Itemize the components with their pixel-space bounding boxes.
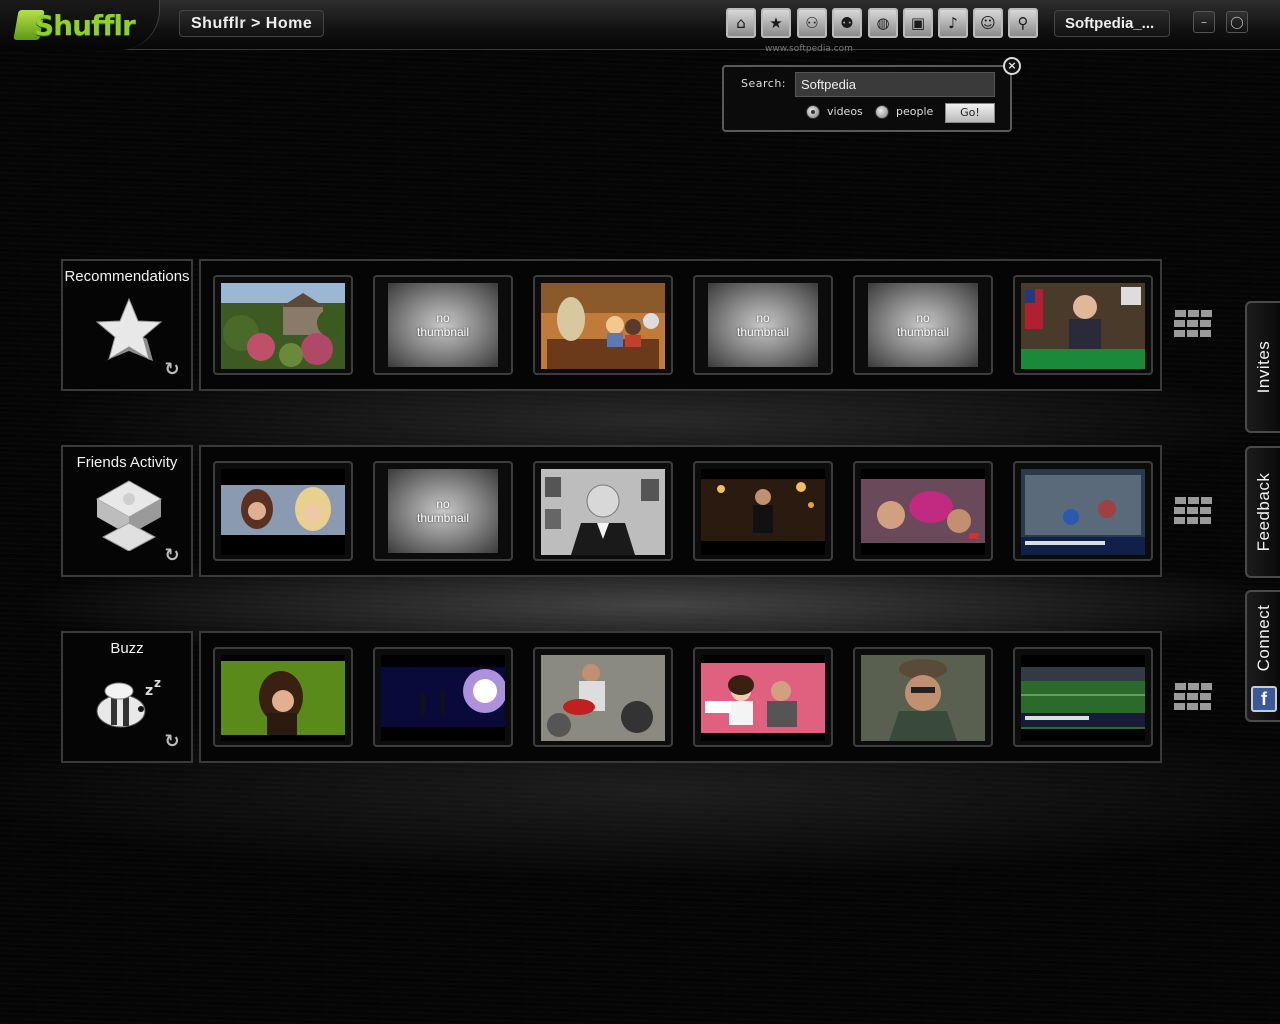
video-thumbnail[interactable]	[533, 647, 673, 747]
friends-icon[interactable]: ⚇	[797, 8, 827, 38]
go-button[interactable]: Go!	[945, 103, 995, 123]
radio-videos[interactable]	[806, 105, 820, 119]
video-thumbnail[interactable]	[533, 275, 673, 375]
refresh-icon[interactable]: ↻	[163, 361, 181, 379]
bee-icon: z z	[96, 676, 161, 728]
video-thumbnail-image	[701, 469, 825, 555]
video-thumbnail[interactable]	[213, 647, 353, 747]
grid-view-icon[interactable]	[1174, 497, 1214, 527]
video-thumbnail[interactable]	[373, 647, 513, 747]
video-thumbnail[interactable]: no thumbnail	[373, 461, 513, 561]
star-icon[interactable]: ★	[761, 8, 791, 38]
grid-view-icon[interactable]	[1174, 683, 1214, 713]
video-thumbnail-image	[1021, 283, 1145, 369]
refresh-icon[interactable]: ↻	[163, 547, 181, 565]
video-thumbnail-image	[221, 469, 345, 555]
video-thumbnail-image	[1021, 469, 1145, 555]
people-icon[interactable]: ⚉	[832, 8, 862, 38]
video-thumbnail[interactable]	[853, 461, 993, 561]
video-thumbnail[interactable]	[853, 647, 993, 747]
close-search-icon[interactable]: ×	[1003, 57, 1021, 75]
video-thumbnail[interactable]	[693, 461, 833, 561]
top-bar: Shufflr Shufflr > Home ⌂ ★ ⚇ ⚉ ◍ ▣ ♪ ☺ ⚲…	[0, 0, 1280, 54]
tv-icon[interactable]: ▣	[903, 8, 933, 38]
video-thumbnail[interactable]	[213, 275, 353, 375]
profile-icon[interactable]: ☺	[973, 8, 1003, 38]
video-thumbnail[interactable]	[1013, 461, 1153, 561]
video-thumbnail-image	[221, 655, 345, 741]
no-thumbnail-placeholder: no thumbnail	[868, 283, 978, 367]
radio-people-label: people	[896, 105, 934, 118]
svg-text:z: z	[145, 683, 153, 699]
search-icon[interactable]: ⚲	[1008, 8, 1038, 38]
video-thumbnail-image	[541, 283, 665, 369]
video-thumbnail-image	[541, 469, 665, 555]
home-icon[interactable]: ⌂	[726, 8, 756, 38]
category-friends-activity[interactable]: Friends Activity ↻	[61, 445, 193, 577]
video-thumbnail-image	[701, 655, 825, 741]
facebook-icon[interactable]: f	[1251, 686, 1277, 712]
breadcrumb: Shufflr > Home	[179, 10, 325, 37]
video-thumbnail[interactable]: no thumbnail	[373, 275, 513, 375]
puzzle-icon	[95, 480, 163, 551]
user-menu[interactable]: Softpedia_...	[1054, 10, 1170, 37]
tab-invites-label: Invites	[1253, 340, 1273, 394]
music-icon[interactable]: ♪	[938, 8, 968, 38]
search-popup: Search: videos people Go!	[722, 65, 1012, 132]
video-thumbnail-image	[381, 655, 505, 741]
tab-invites[interactable]: Invites	[1245, 301, 1280, 433]
category-buzz[interactable]: Buzz z z ↻	[61, 631, 193, 763]
video-thumbnail-image	[541, 655, 665, 741]
video-thumbnail[interactable]	[1013, 275, 1153, 375]
planet-icon[interactable]: ◍	[868, 8, 898, 38]
search-input[interactable]	[795, 72, 995, 97]
tab-feedback[interactable]: Feedback	[1245, 446, 1280, 578]
category-title: Buzz	[110, 640, 144, 657]
logo-text: Shufflr	[34, 9, 136, 42]
video-thumbnail-image	[861, 469, 985, 555]
category-title: Friends Activity	[76, 454, 178, 471]
buzz-strip	[199, 631, 1162, 763]
video-thumbnail-image	[1021, 655, 1145, 741]
no-thumbnail-placeholder: no thumbnail	[388, 283, 498, 367]
tab-feedback-label: Feedback	[1253, 472, 1273, 552]
category-recommendations[interactable]: Recommendations ↻	[61, 259, 193, 391]
recommendations-strip: no thumbnail no thumbnail no thumbnail	[199, 259, 1162, 391]
svg-text:z: z	[154, 676, 161, 690]
video-thumbnail[interactable]	[693, 647, 833, 747]
video-thumbnail-image	[861, 655, 985, 741]
video-thumbnail-image	[221, 283, 345, 369]
tab-connect-label: Connect	[1253, 604, 1273, 672]
video-thumbnail[interactable]	[213, 461, 353, 561]
no-thumbnail-placeholder: no thumbnail	[708, 283, 818, 367]
minimize-button[interactable]: –	[1193, 11, 1215, 33]
video-thumbnail[interactable]	[533, 461, 673, 561]
search-label: Search:	[741, 77, 786, 90]
power-button[interactable]: ◯	[1226, 11, 1248, 33]
friends-activity-strip: no thumbnail	[199, 445, 1162, 577]
tab-connect[interactable]: Connect f	[1245, 590, 1280, 722]
no-thumbnail-placeholder: no thumbnail	[388, 469, 498, 553]
category-title: Recommendations	[64, 268, 190, 285]
radio-videos-label: videos	[827, 105, 863, 118]
video-thumbnail[interactable]: no thumbnail	[853, 275, 993, 375]
watermark: www.softpedia.com	[765, 44, 853, 54]
star-icon	[95, 297, 163, 361]
grid-view-icon[interactable]	[1174, 310, 1214, 340]
logo[interactable]: Shufflr	[0, 0, 160, 50]
video-thumbnail[interactable]	[1013, 647, 1153, 747]
refresh-icon[interactable]: ↻	[163, 733, 181, 751]
radio-people[interactable]	[875, 105, 889, 119]
video-thumbnail[interactable]: no thumbnail	[693, 275, 833, 375]
